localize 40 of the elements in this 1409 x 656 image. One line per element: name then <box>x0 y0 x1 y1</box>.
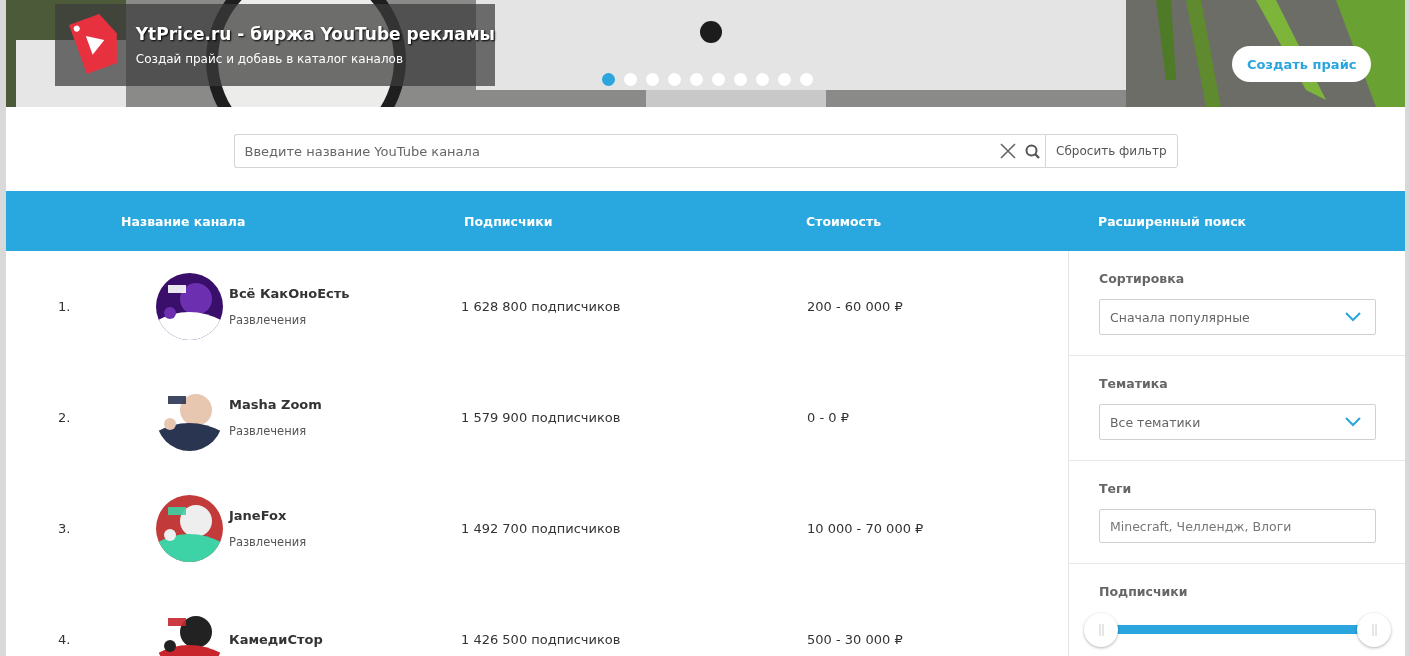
filter-label: Сортировка <box>1099 271 1186 286</box>
chevron-down-icon <box>1345 312 1361 322</box>
price-range: 200 - 60 000 ₽ <box>807 299 904 314</box>
filter-label: Подписчики <box>1099 584 1189 599</box>
dropdown[interactable]: Все тематики <box>1099 404 1376 440</box>
channel-category: Развлечения <box>229 313 308 327</box>
channel-category: Развлечения <box>229 535 308 549</box>
chevron-down-icon <box>1345 417 1361 427</box>
price-range: 0 - 0 ₽ <box>807 410 850 425</box>
filter-label: Тематика <box>1099 376 1169 391</box>
rank-number: 3. <box>57 521 71 536</box>
dropdown[interactable]: Сначала популярные <box>1099 299 1376 335</box>
close-icon[interactable] <box>998 142 1017 160</box>
price-range: 10 000 - 70 000 ₽ <box>807 521 925 536</box>
reset-filter-button[interactable]: Сбросить фильтр <box>1045 134 1178 168</box>
filter-label: Теги <box>1099 481 1133 496</box>
banner-subtitle: Создай прайс и добавь в каталог каналов <box>135 52 404 66</box>
channel-name[interactable]: КамедиСтор <box>229 632 461 647</box>
rank-number: 2. <box>57 410 71 425</box>
panel-title: Расширенный поиск <box>1098 213 1248 229</box>
column-header: Подписчики <box>464 213 554 229</box>
channel-name[interactable]: Masha Zoom <box>229 397 461 412</box>
channel-name[interactable]: JaneFox <box>229 508 461 523</box>
slider-handle[interactable] <box>1084 613 1118 647</box>
tags-field[interactable]: Minecraft, Челлендж, Влоги <box>1099 509 1376 543</box>
channel-category: Развлечения <box>229 424 308 438</box>
subscriber-count: 1 579 900 подписчиков <box>461 410 622 425</box>
column-header: Название канала <box>121 213 247 229</box>
column-header: Стоимость <box>806 213 883 229</box>
rank-number: 4. <box>57 632 71 647</box>
subscriber-count: 1 492 700 подписчиков <box>461 521 622 536</box>
subscriber-count: 1 628 800 подписчиков <box>461 299 622 314</box>
search-field[interactable]: Введите название YouTube канала <box>233 134 1046 168</box>
price-range: 500 - 30 000 ₽ <box>807 632 904 647</box>
slider-handle[interactable] <box>1357 613 1391 647</box>
banner-title: YtPrice.ru - биржа YouTube рекламы <box>135 24 495 44</box>
subscriber-count: 1 426 500 подписчиков <box>461 632 622 647</box>
rank-number: 1. <box>57 299 71 314</box>
search-icon[interactable] <box>1024 143 1040 159</box>
channel-name[interactable]: Всё КакОноЕсть <box>229 286 461 301</box>
